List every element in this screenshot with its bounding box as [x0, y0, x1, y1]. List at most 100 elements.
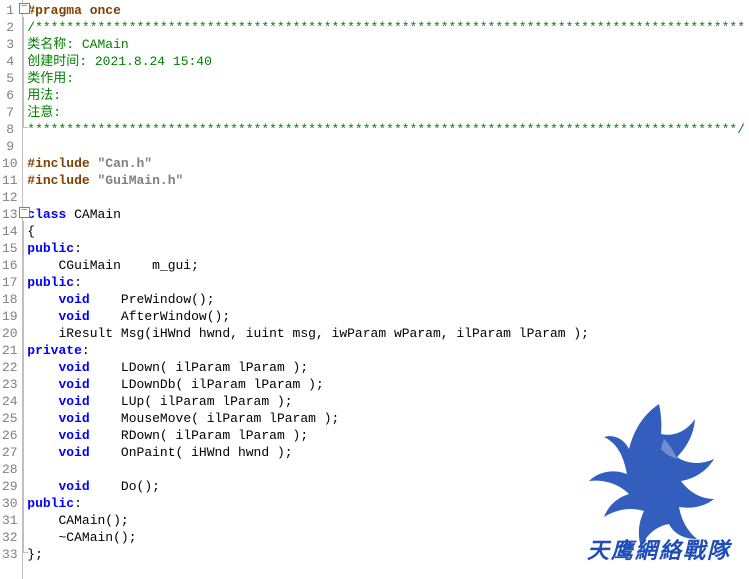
code-line[interactable]: void OnPaint( iHWnd hwnd );	[27, 444, 745, 461]
code-line[interactable]: 类作用:	[27, 70, 745, 87]
line-number: 25	[2, 410, 14, 427]
code-token: :	[82, 343, 90, 358]
code-line[interactable]: ****************************************…	[27, 121, 745, 138]
line-number: 16	[2, 257, 14, 274]
fold-guide	[18, 272, 22, 289]
code-token: :	[74, 275, 82, 290]
code-token: void	[59, 428, 90, 443]
code-token: /***************************************…	[27, 20, 745, 35]
fold-guide	[18, 391, 22, 408]
code-token: public	[27, 496, 74, 511]
fold-guide	[18, 34, 22, 51]
code-line[interactable]: iResult Msg(iHWnd hwnd, iuint msg, iwPar…	[27, 325, 745, 342]
code-line[interactable]: 类名称: CAMain	[27, 36, 745, 53]
line-number: 11	[2, 172, 14, 189]
code-area[interactable]: #pragma once/***************************…	[23, 0, 749, 579]
code-line[interactable]: private:	[27, 342, 745, 359]
code-token: Do();	[90, 479, 160, 494]
fold-guide	[18, 374, 22, 391]
line-number: 24	[2, 393, 14, 410]
code-token: 用法:	[27, 88, 61, 103]
code-line[interactable]: 创建时间: 2021.8.24 15:40	[27, 53, 745, 70]
code-line[interactable]: void MouseMove( ilParam lParam );	[27, 410, 745, 427]
code-line[interactable]: CAMain();	[27, 512, 745, 529]
code-line[interactable]: void LDown( ilParam lParam );	[27, 359, 745, 376]
code-line[interactable]: public:	[27, 495, 745, 512]
code-token: OnPaint( iHWnd hwnd );	[90, 445, 293, 460]
line-number: 28	[2, 461, 14, 478]
code-token: void	[59, 411, 90, 426]
line-number: 31	[2, 512, 14, 529]
line-number: 10	[2, 155, 14, 172]
code-token: ~CAMain();	[27, 530, 136, 545]
fold-guide	[18, 442, 22, 459]
fold-guide	[18, 85, 22, 102]
code-line[interactable]: #include "Can.h"	[27, 155, 745, 172]
line-number: 6	[2, 87, 14, 104]
code-line[interactable]: CGuiMain m_gui;	[27, 257, 745, 274]
code-token: iResult Msg(iHWnd hwnd, iuint msg, iwPar…	[27, 326, 589, 341]
code-token: "Can.h"	[98, 156, 153, 171]
code-token: void	[59, 445, 90, 460]
code-line[interactable]: /***************************************…	[27, 19, 745, 36]
code-token: 创建时间: 2021.8.24 15:40	[27, 54, 212, 69]
code-line[interactable]: #include "GuiMain.h"	[27, 172, 745, 189]
code-line[interactable]: {	[27, 223, 745, 240]
code-line[interactable]: void LDownDb( ilParam lParam );	[27, 376, 745, 393]
fold-guide	[18, 136, 22, 153]
fold-margin[interactable]	[18, 0, 23, 579]
line-number: 8	[2, 121, 14, 138]
code-token: LUp( ilParam lParam );	[90, 394, 293, 409]
line-number: 30	[2, 495, 14, 512]
code-line[interactable]: };	[27, 546, 745, 563]
code-token: AfterWindow();	[90, 309, 230, 324]
code-token: 类名称: CAMain	[27, 37, 128, 52]
code-editor[interactable]: 1234567891011121314151617181920212223242…	[0, 0, 749, 579]
fold-guide	[18, 544, 22, 561]
code-line[interactable]	[27, 138, 745, 155]
code-token: 注意:	[27, 105, 61, 120]
fold-guide	[18, 119, 22, 136]
code-token: void	[59, 377, 90, 392]
code-token: };	[27, 547, 43, 562]
code-line[interactable]: void PreWindow();	[27, 291, 745, 308]
code-line[interactable]: void AfterWindow();	[27, 308, 745, 325]
code-line[interactable]: #pragma once	[27, 2, 745, 19]
code-line[interactable]: ~CAMain();	[27, 529, 745, 546]
code-line[interactable]: void RDown( ilParam lParam );	[27, 427, 745, 444]
line-number: 17	[2, 274, 14, 291]
fold-toggle-icon[interactable]	[18, 0, 22, 17]
code-line[interactable]: 用法:	[27, 87, 745, 104]
line-number: 20	[2, 325, 14, 342]
code-line[interactable]: void Do();	[27, 478, 745, 495]
code-token: void	[59, 479, 90, 494]
code-line[interactable]: public:	[27, 240, 745, 257]
line-number: 5	[2, 70, 14, 87]
line-number: 13	[2, 206, 14, 223]
fold-guide	[18, 425, 22, 442]
line-number: 3	[2, 36, 14, 53]
line-number: 27	[2, 444, 14, 461]
code-token: RDown( ilParam lParam );	[90, 428, 308, 443]
code-token: public	[27, 275, 74, 290]
code-line[interactable]: public:	[27, 274, 745, 291]
code-token: public	[27, 241, 74, 256]
line-number: 12	[2, 189, 14, 206]
code-line[interactable]: 注意:	[27, 104, 745, 121]
code-token: "GuiMain.h"	[98, 173, 184, 188]
fold-guide	[18, 357, 22, 374]
code-token: void	[59, 292, 90, 307]
code-line[interactable]: class CAMain	[27, 206, 745, 223]
code-token	[27, 377, 58, 392]
code-token: ****************************************…	[27, 122, 745, 137]
line-number: 23	[2, 376, 14, 393]
fold-toggle-icon[interactable]	[18, 204, 22, 221]
fold-guide	[18, 153, 22, 170]
code-line[interactable]	[27, 189, 745, 206]
code-line[interactable]: void LUp( ilParam lParam );	[27, 393, 745, 410]
line-number: 18	[2, 291, 14, 308]
fold-guide	[18, 459, 22, 476]
code-line[interactable]	[27, 461, 745, 478]
code-token	[27, 292, 58, 307]
code-token: private	[27, 343, 82, 358]
